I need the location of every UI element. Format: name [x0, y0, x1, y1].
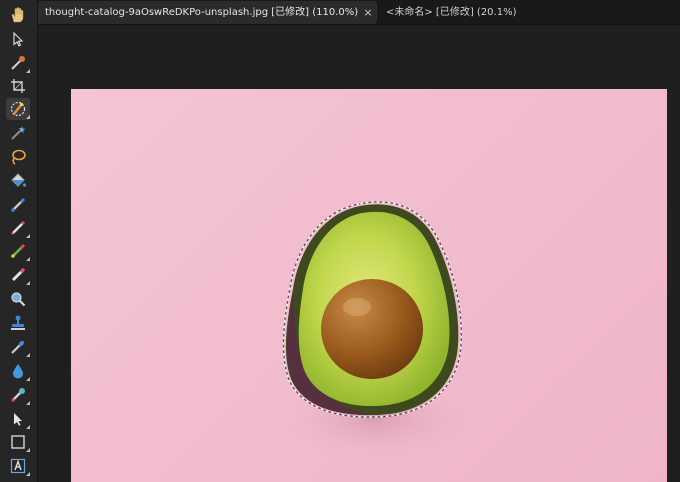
smudge-tool[interactable]: [6, 384, 30, 406]
color-brush-icon: [11, 243, 26, 258]
node-pointer-icon: [14, 413, 22, 426]
canvas-workspace[interactable]: [38, 25, 680, 482]
rectangle-tool[interactable]: [6, 431, 30, 453]
close-tab-icon[interactable]: ×: [361, 1, 375, 24]
tab-title: <未命名> [已修改] (20.1%): [386, 7, 517, 18]
zoom-tool[interactable]: [6, 288, 30, 310]
text-frame-icon: [10, 458, 26, 474]
magnifier-icon: [11, 292, 26, 307]
crop-icon: [11, 79, 25, 93]
healing-tool[interactable]: [6, 336, 30, 358]
tool-flyout-indicator: [26, 448, 30, 452]
avocado-photo: [281, 201, 471, 459]
stamp-icon: [11, 315, 25, 330]
tab-divider: [376, 3, 377, 21]
tool-flyout-indicator: [26, 353, 30, 357]
magic-wand-tool[interactable]: [6, 122, 30, 144]
tool-flyout-indicator: [26, 69, 30, 73]
paint-bucket-icon: [11, 173, 27, 187]
magic-wand-icon: [11, 126, 26, 140]
tool-flyout-indicator: [26, 257, 30, 261]
tool-flyout-indicator: [26, 425, 30, 429]
pixel-tool[interactable]: [6, 217, 30, 239]
tool-flyout-indicator: [26, 234, 30, 238]
lasso-icon: [12, 149, 26, 165]
clone-tool[interactable]: [6, 312, 30, 334]
rectangle-icon: [11, 435, 25, 449]
crop-tool[interactable]: [6, 75, 30, 97]
blur-tool[interactable]: [6, 360, 30, 382]
tool-flyout-indicator: [26, 377, 30, 381]
tool-flyout-indicator: [26, 281, 30, 285]
hand-icon: [11, 7, 24, 23]
freehand-selection-tool[interactable]: [6, 146, 30, 168]
fill-tool[interactable]: [6, 170, 30, 192]
mixer-brush-tool[interactable]: [6, 240, 30, 262]
move-tool[interactable]: [6, 28, 30, 50]
erase-brush-tool[interactable]: [6, 264, 30, 286]
eraser-icon: [11, 267, 26, 282]
selection-brush-icon: [10, 101, 26, 117]
pointer-icon: [13, 31, 24, 47]
tool-flyout-indicator: [26, 401, 30, 405]
tab-title: thought-catalog-9aOswReDKPo-unsplash.jpg…: [45, 7, 359, 18]
tab-avocado-photo[interactable]: thought-catalog-9aOswReDKPo-unsplash.jpg…: [37, 1, 376, 24]
drop-icon: [13, 364, 23, 379]
eyedropper-icon: [11, 56, 25, 70]
color-picker-tool[interactable]: [6, 52, 30, 74]
tab-untitled[interactable]: <未命名> [已修改] (20.1%): [386, 1, 680, 24]
patch-icon: [11, 340, 25, 354]
brush-icon: [11, 197, 26, 212]
selection-brush-tool[interactable]: [6, 98, 30, 120]
hand-tool[interactable]: [6, 4, 30, 26]
node-tool[interactable]: [6, 408, 30, 430]
smudge-icon: [11, 388, 25, 402]
tool-flyout-indicator: [26, 472, 30, 476]
text-tool[interactable]: [6, 455, 30, 477]
tools-panel: [0, 0, 38, 482]
paint-brush-tool[interactable]: [6, 194, 30, 216]
tool-flyout-indicator: [26, 115, 30, 119]
document-canvas[interactable]: [71, 89, 667, 482]
pencil-icon: [11, 220, 26, 235]
document-tab-bar: thought-catalog-9aOswReDKPo-unsplash.jpg…: [37, 0, 680, 25]
